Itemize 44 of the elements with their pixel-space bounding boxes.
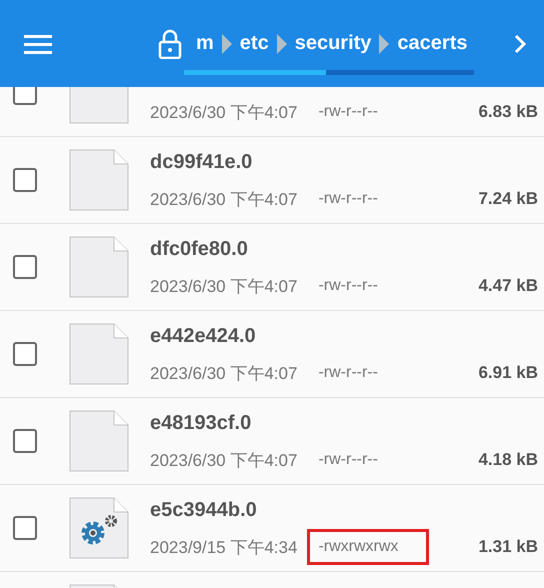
file-permissions: -rw-r--r-- xyxy=(317,276,379,296)
file-date: 2023/6/30 下午4:07 xyxy=(150,276,298,298)
file-icon xyxy=(69,236,129,298)
file-icon xyxy=(69,149,129,211)
checkbox[interactable] xyxy=(13,516,37,540)
file-size: 6.83 kB xyxy=(478,102,538,122)
file-permissions: -rw-r--r-- xyxy=(317,189,379,209)
checkbox[interactable] xyxy=(13,168,37,192)
file-icon xyxy=(69,410,129,472)
file-permissions: -rw-r--r-- xyxy=(317,102,379,122)
file-size: 1.31 kB xyxy=(478,537,538,557)
checkbox[interactable] xyxy=(13,429,37,453)
file-date: 2023/9/15 下午4:34 xyxy=(150,536,298,558)
file-size: 4.18 kB xyxy=(478,450,538,470)
chevron-icon xyxy=(276,34,287,54)
file-date: 2023/6/30 下午4:07 xyxy=(150,102,298,124)
file-date: 2023/6/30 下午4:07 xyxy=(150,450,298,472)
file-name: e48193cf.0 xyxy=(150,412,252,434)
file-name: dfc0fe80.0 xyxy=(150,238,248,260)
settings-file-icon xyxy=(69,497,129,559)
file-permissions: -rw-r--r-- xyxy=(317,363,379,383)
file-name: e442e424.0 xyxy=(150,325,256,347)
file-size: 6.91 kB xyxy=(478,363,538,383)
chevron-right-icon[interactable] xyxy=(514,34,526,54)
menu-icon[interactable] xyxy=(24,34,52,54)
file-size: 7.24 kB xyxy=(478,189,538,209)
breadcrumb[interactable]: etc xyxy=(240,32,269,55)
file-name: e5c3944b.0 xyxy=(150,499,257,521)
chevron-icon xyxy=(222,34,232,54)
file-date: 2023/6/30 下午4:07 xyxy=(150,362,298,384)
checkbox[interactable] xyxy=(13,255,37,279)
file-permissions: -rwxrwxrwx xyxy=(307,529,430,565)
checkbox[interactable] xyxy=(13,87,37,105)
breadcrumb[interactable]: m xyxy=(196,32,214,55)
file-icon xyxy=(69,323,129,385)
file-permissions: -rw-r--r-- xyxy=(317,450,379,470)
file-name: dc99f41e.0 xyxy=(150,151,252,173)
file-size: 4.47 kB xyxy=(478,276,538,296)
file-date: 2023/6/30 下午4:07 xyxy=(150,188,298,210)
chevron-icon xyxy=(379,34,390,54)
lock-icon xyxy=(158,28,182,58)
checkbox[interactable] xyxy=(13,342,37,366)
breadcrumb[interactable]: cacerts xyxy=(397,32,468,55)
breadcrumb[interactable]: security xyxy=(294,32,372,55)
